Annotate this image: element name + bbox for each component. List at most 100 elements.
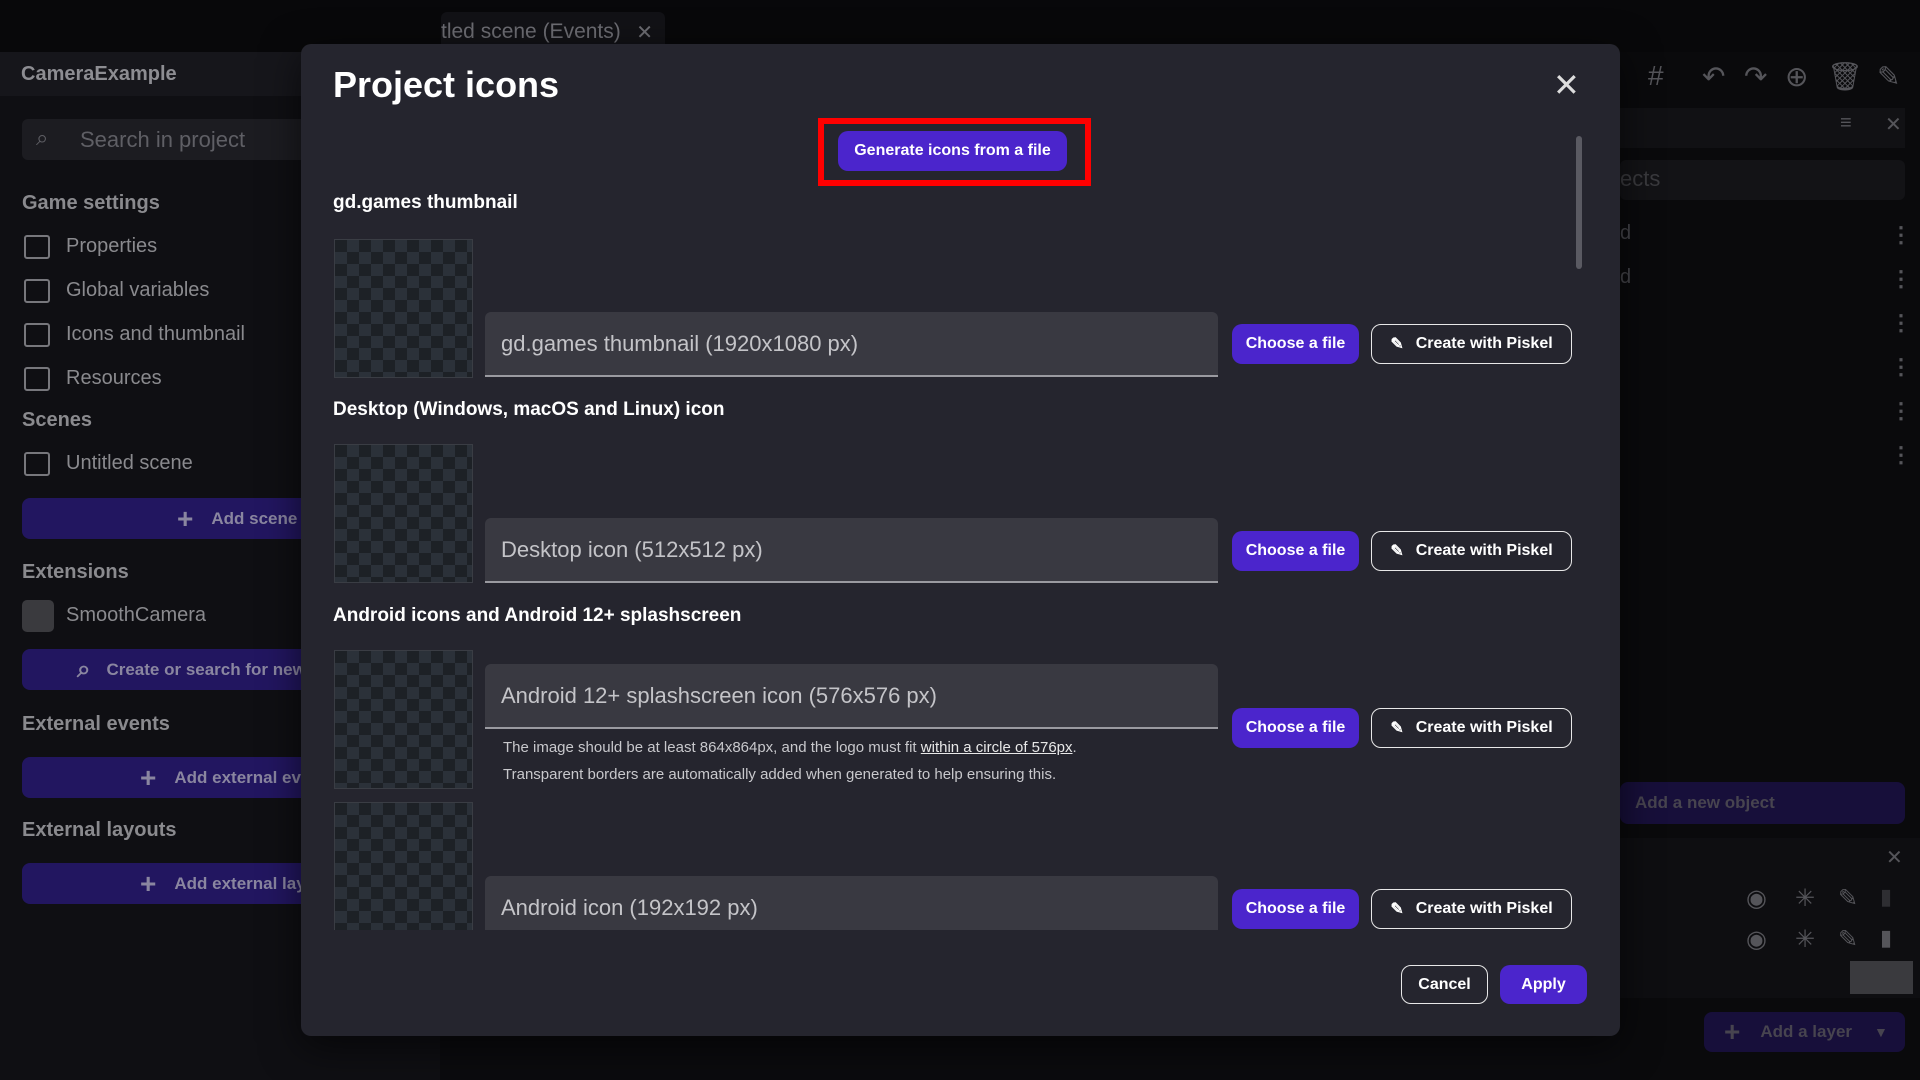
android-icon-path-field[interactable]: Android icon (192x192 px)	[485, 876, 1218, 930]
object-item[interactable]: d	[1620, 266, 1631, 289]
plus-icon: +	[1724, 1016, 1741, 1047]
helper-text: .	[1072, 739, 1077, 756]
trash-icon[interactable]: ▮	[1880, 884, 1892, 910]
piskel-label: Create with Piskel	[1415, 542, 1553, 559]
eye-icon[interactable]: ◉	[1746, 925, 1767, 954]
trash-icon[interactable]: 🗑	[1827, 60, 1863, 93]
image-icon	[24, 323, 50, 347]
sidebar-item-properties[interactable]: Properties	[66, 235, 157, 258]
apply-button[interactable]: Apply	[1500, 965, 1587, 1004]
create-with-piskel-button[interactable]: ✎ Create with Piskel	[1371, 889, 1572, 929]
object-item[interactable]: d	[1620, 222, 1631, 245]
pencil-icon[interactable]: ✎	[1838, 884, 1858, 913]
extension-item[interactable]: SmoothCamera	[66, 604, 206, 627]
search-extensions-label: Create or search for new e	[106, 659, 320, 679]
brush-icon: ✎	[1390, 901, 1404, 918]
objects-search-placeholder: ects	[1620, 166, 1661, 191]
dropdown-arrow-icon[interactable]: ▼	[1874, 1024, 1888, 1040]
edit-icon[interactable]: ✎	[1877, 60, 1900, 93]
create-with-piskel-button[interactable]: ✎ Create with Piskel	[1371, 324, 1572, 364]
section-external-events: External events	[22, 713, 170, 735]
more-icon[interactable]: ⋮	[1890, 398, 1912, 424]
add-new-object-button[interactable]: Add a new object	[1620, 782, 1905, 824]
grid-icon[interactable]: #	[1648, 60, 1664, 92]
dialog-content: Generate icons from a file gd.games thum…	[301, 44, 1620, 930]
close-layers-icon[interactable]: ✕	[1886, 845, 1903, 870]
resources-icon	[24, 367, 50, 391]
sidebar-item-global-variables[interactable]: Global variables	[66, 279, 209, 302]
plus-icon: +	[177, 502, 194, 534]
tab-label: tled scene (Events)	[441, 20, 621, 43]
splashscreen-path-field[interactable]: Android 12+ splashscreen icon (576x576 p…	[485, 664, 1218, 729]
add-external-events-label: Add external even	[174, 767, 321, 787]
more-icon[interactable]: ⋮	[1890, 222, 1912, 248]
cancel-button[interactable]: Cancel	[1401, 965, 1488, 1004]
more-icon[interactable]: ⋮	[1890, 310, 1912, 336]
generate-icons-button[interactable]: Generate icons from a file	[838, 131, 1067, 171]
variables-icon	[24, 279, 50, 303]
objects-header	[1620, 108, 1905, 148]
section-heading: Android icons and Android 12+ splashscre…	[333, 605, 742, 626]
scene-item[interactable]: Untitled scene	[66, 452, 193, 475]
choose-file-button[interactable]: Choose a file	[1232, 889, 1359, 929]
splashscreen-preview	[334, 650, 473, 789]
more-icon[interactable]: ⋮	[1890, 442, 1912, 468]
filter-icon[interactable]: ≡	[1840, 112, 1852, 135]
sidebar-item-resources[interactable]: Resources	[66, 367, 162, 390]
section-external-layouts: External layouts	[22, 819, 177, 841]
piskel-label: Create with Piskel	[1415, 900, 1553, 917]
piskel-label: Create with Piskel	[1415, 335, 1553, 352]
light-icon[interactable]: ✳	[1795, 925, 1815, 954]
gear-icon	[24, 235, 50, 259]
color-swatch[interactable]	[1850, 961, 1913, 994]
camera-extension-icon	[22, 600, 54, 632]
desktop-icon-path-field[interactable]: Desktop icon (512x512 px)	[485, 518, 1218, 583]
thumbnail-path-field[interactable]: gd.games thumbnail (1920x1080 px)	[485, 312, 1218, 377]
helper-text-line2: Transparent borders are automatically ad…	[503, 766, 1057, 783]
thumbnail-preview	[334, 239, 473, 378]
close-tab-icon[interactable]: ✕	[636, 20, 653, 45]
light-icon[interactable]: ✳	[1795, 884, 1815, 913]
section-extensions: Extensions	[22, 561, 129, 583]
trash-icon[interactable]: ▮	[1880, 925, 1892, 951]
project-icons-dialog: Project icons ✕ Generate icons from a fi…	[301, 44, 1620, 1036]
circle-guide-link[interactable]: within a circle of 576px	[921, 739, 1073, 756]
film-icon	[24, 452, 50, 476]
more-icon[interactable]: ⋮	[1890, 354, 1912, 380]
helper-text: The image should be at least 864x864px, …	[503, 739, 921, 756]
scrollbar[interactable]	[1576, 136, 1582, 269]
add-layer-button[interactable]: + Add a layer ▼	[1704, 1012, 1905, 1052]
section-heading: gd.games thumbnail	[333, 192, 518, 213]
brush-icon: ✎	[1390, 720, 1404, 737]
close-icon[interactable]: ✕	[1885, 112, 1902, 137]
search-icon: ⌕	[77, 655, 91, 683]
section-game-settings: Game settings	[22, 192, 160, 214]
splashscreen-helper-text: The image should be at least 864x864px, …	[503, 734, 1077, 788]
undo-icon[interactable]: ↶	[1702, 60, 1725, 93]
brush-icon: ✎	[1390, 543, 1404, 560]
choose-file-button[interactable]: Choose a file	[1232, 531, 1359, 571]
add-external-layout-label: Add external layo	[174, 873, 317, 893]
section-scenes: Scenes	[22, 409, 93, 431]
desktop-icon-preview	[334, 444, 473, 583]
add-layer-label: Add a layer	[1760, 1022, 1853, 1041]
create-with-piskel-button[interactable]: ✎ Create with Piskel	[1371, 531, 1572, 571]
choose-file-button[interactable]: Choose a file	[1232, 324, 1359, 364]
search-icon: ⌕	[36, 125, 49, 150]
plus-icon: +	[140, 761, 157, 793]
more-icon[interactable]: ⋮	[1890, 266, 1912, 292]
objects-search-input[interactable]: ects	[1620, 160, 1905, 200]
android-icon-preview	[334, 802, 473, 930]
create-with-piskel-button[interactable]: ✎ Create with Piskel	[1371, 708, 1572, 748]
sidebar-item-icons-thumbnail[interactable]: Icons and thumbnail	[66, 323, 245, 346]
eye-icon[interactable]: ◉	[1746, 884, 1767, 913]
search-placeholder: Search in project	[80, 127, 246, 152]
plus-icon: +	[140, 867, 157, 899]
section-heading: Desktop (Windows, macOS and Linux) icon	[333, 399, 725, 420]
zoom-icon[interactable]: ⊕	[1785, 60, 1808, 93]
brush-icon: ✎	[1390, 336, 1404, 353]
choose-file-button[interactable]: Choose a file	[1232, 708, 1359, 748]
piskel-label: Create with Piskel	[1415, 719, 1553, 736]
pencil-icon[interactable]: ✎	[1838, 925, 1858, 954]
redo-icon[interactable]: ↷	[1744, 60, 1767, 93]
